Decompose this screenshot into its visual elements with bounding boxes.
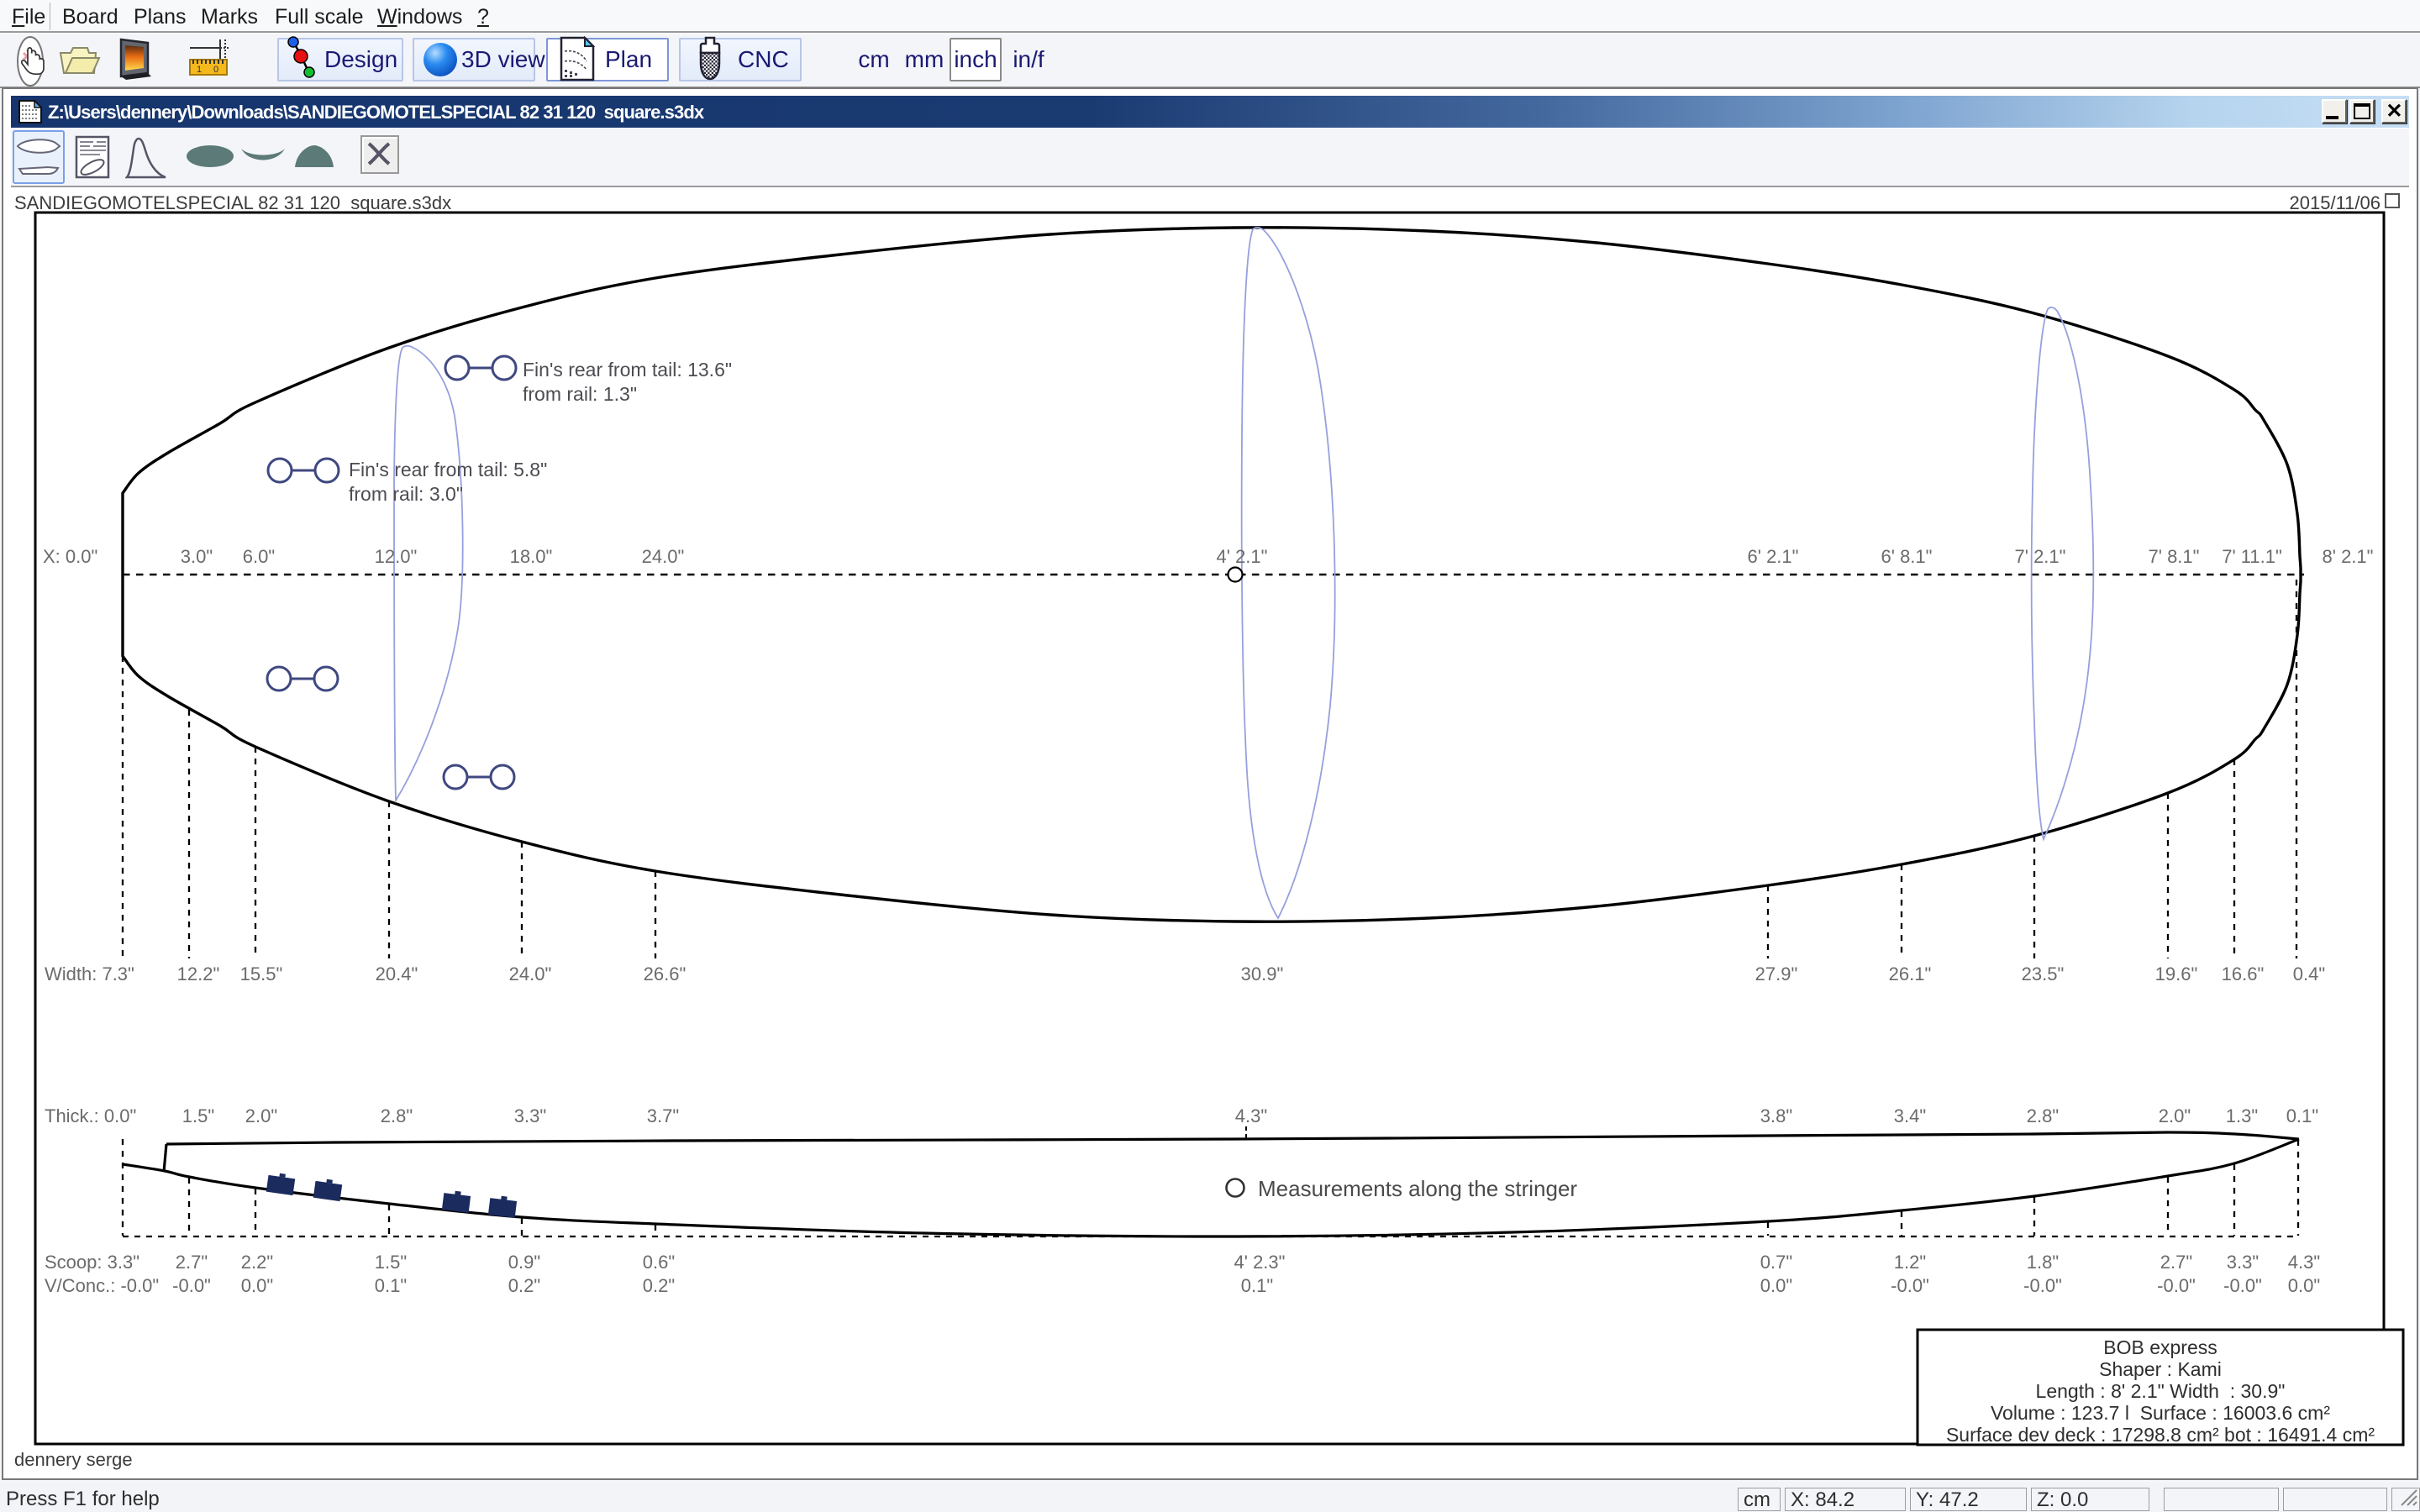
svg-text:-0.0": -0.0" (1891, 1275, 1929, 1296)
svg-text:18.0": 18.0" (510, 546, 553, 567)
svg-text:1.3": 1.3" (2226, 1105, 2258, 1126)
svg-text:15.5": 15.5" (240, 963, 283, 984)
svg-text:2.0": 2.0" (2159, 1105, 2191, 1126)
svg-text:0.0": 0.0" (241, 1275, 273, 1296)
svg-text:X: 0.0": X: 0.0" (43, 546, 97, 567)
svg-text:2.0": 2.0" (245, 1105, 277, 1126)
svg-text:4' 2.1": 4' 2.1" (1217, 546, 1268, 567)
svg-text:27.9": 27.9" (1755, 963, 1798, 984)
svg-text:Scoop: 3.3": Scoop: 3.3" (45, 1252, 139, 1273)
svg-text:6' 8.1": 6' 8.1" (1881, 546, 1933, 567)
svg-text:3.4": 3.4" (1894, 1105, 1926, 1126)
svg-text:16.6": 16.6" (2222, 963, 2265, 984)
svg-text:2.8": 2.8" (381, 1105, 413, 1126)
svg-text:0.9": 0.9" (508, 1252, 540, 1273)
svg-text:-0.0": -0.0" (2223, 1275, 2262, 1296)
svg-text:2.7": 2.7" (176, 1252, 208, 1273)
svg-text:from rail: 1.3": from rail: 1.3" (523, 383, 637, 405)
svg-text:26.6": 26.6" (644, 963, 687, 984)
svg-text:23.5": 23.5" (2022, 963, 2065, 984)
svg-text:0.1": 0.1" (1241, 1275, 1273, 1296)
svg-text:0.0": 0.0" (2288, 1275, 2320, 1296)
svg-text:0.0": 0.0" (1760, 1275, 1792, 1296)
svg-text:6' 2.1": 6' 2.1" (1748, 546, 1799, 567)
svg-text:7' 8.1": 7' 8.1" (2149, 546, 2200, 567)
svg-text:3.3": 3.3" (2227, 1252, 2259, 1273)
svg-text:Fin's rear from tail: 13.6": Fin's rear from tail: 13.6" (523, 359, 732, 381)
svg-text:8' 2.1": 8' 2.1" (2323, 546, 2374, 567)
svg-text:0.2": 0.2" (643, 1275, 675, 1296)
svg-text:-0.0": -0.0" (172, 1275, 211, 1296)
svg-text:24.0": 24.0" (509, 963, 552, 984)
svg-text:1.5": 1.5" (182, 1105, 214, 1126)
svg-text:SANDIEGOMOTELSPECIAL 82 31 120: SANDIEGOMOTELSPECIAL 82 31 120 square.s3… (14, 192, 451, 213)
svg-text:Measurements along the stringe: Measurements along the stringer (1258, 1176, 1577, 1201)
svg-text:4' 2.3": 4' 2.3" (1234, 1252, 1286, 1273)
svg-text:0.4": 0.4" (2293, 963, 2325, 984)
svg-text:3.8": 3.8" (1760, 1105, 1792, 1126)
svg-text:1.2": 1.2" (1894, 1252, 1926, 1273)
svg-text:1.5": 1.5" (375, 1252, 407, 1273)
svg-text:1.8": 1.8" (2027, 1252, 2059, 1273)
svg-text:0.7": 0.7" (1760, 1252, 1792, 1273)
svg-text:2.7": 2.7" (2160, 1252, 2192, 1273)
svg-text:-0.0": -0.0" (2023, 1275, 2062, 1296)
svg-text:20.4": 20.4" (376, 963, 418, 984)
svg-text:4.3": 4.3" (1235, 1105, 1267, 1126)
svg-text:Thick.: 0.0": Thick.: 0.0" (45, 1105, 136, 1126)
svg-text:V/Conc.: -0.0": V/Conc.: -0.0" (45, 1275, 159, 1296)
svg-text:2.8": 2.8" (2027, 1105, 2059, 1126)
svg-text:26.1": 26.1" (1889, 963, 1932, 984)
svg-text:4.3": 4.3" (2288, 1252, 2320, 1273)
svg-text:Volume : 123.7 l Surface : 16: Volume : 123.7 l Surface : 16003.6 cm² (1991, 1402, 2330, 1424)
svg-text:0.6": 0.6" (643, 1252, 675, 1273)
svg-text:Fin's rear from tail: 5.8": Fin's rear from tail: 5.8" (349, 459, 547, 480)
svg-text:BOB express: BOB express (2103, 1336, 2217, 1358)
svg-text:12.0": 12.0" (375, 546, 418, 567)
svg-text:7' 11.1": 7' 11.1" (2222, 546, 2282, 567)
svg-text:3.7": 3.7" (647, 1105, 679, 1126)
svg-text:0.1": 0.1" (375, 1275, 407, 1296)
svg-text:3.0": 3.0" (181, 546, 213, 567)
svg-text:Width: 7.3": Width: 7.3" (45, 963, 134, 984)
svg-text:2.2": 2.2" (241, 1252, 273, 1273)
svg-text:24.0": 24.0" (642, 546, 685, 567)
svg-text:7' 2.1": 7' 2.1" (2015, 546, 2066, 567)
svg-text:0.1": 0.1" (2286, 1105, 2318, 1126)
svg-text:2015/11/06: 2015/11/06 (2290, 192, 2381, 213)
svg-text:6.0": 6.0" (243, 546, 275, 567)
svg-text:12.2": 12.2" (177, 963, 220, 984)
svg-text:dennery serge: dennery serge (14, 1449, 133, 1470)
svg-text:Length : 8' 2.1" Width : 30.9: Length : 8' 2.1" Width : 30.9" (2036, 1380, 2286, 1402)
svg-text:-0.0": -0.0" (2157, 1275, 2196, 1296)
svg-text:19.6": 19.6" (2155, 963, 2198, 984)
svg-text:from rail: 3.0": from rail: 3.0" (349, 483, 463, 505)
svg-text:30.9": 30.9" (1241, 963, 1284, 984)
svg-text:0.2": 0.2" (508, 1275, 540, 1296)
svg-text:Shaper : Kami: Shaper : Kami (2099, 1358, 2222, 1380)
svg-text:3.3": 3.3" (514, 1105, 546, 1126)
svg-text:Surface dev deck : 17298.8 cm²: Surface dev deck : 17298.8 cm² bot : 164… (1946, 1424, 2375, 1446)
